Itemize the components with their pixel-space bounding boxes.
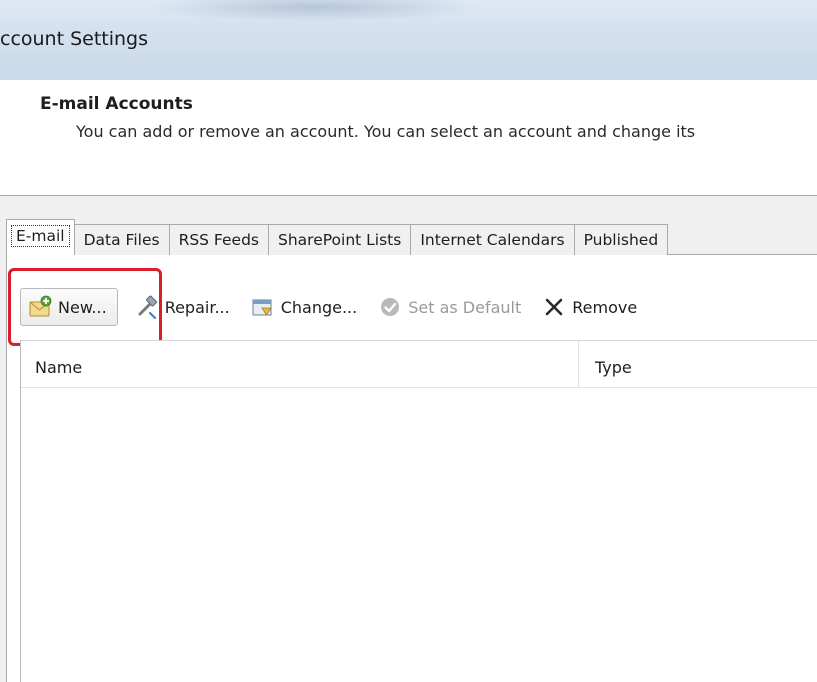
title-bar: ccount Settings [0, 0, 817, 80]
list-header: Name Type [21, 340, 817, 388]
title-bar-glare [150, 0, 480, 22]
remove-label: Remove [572, 297, 638, 317]
tab-email-label: E-mail [11, 225, 70, 247]
accounts-list[interactable]: Name Type [20, 340, 817, 682]
repair-button[interactable]: Repair... [128, 289, 236, 325]
account-toolbar: New... Repair... Change... Set as Defaul… [20, 284, 651, 330]
change-settings-icon [250, 294, 276, 320]
repair-hammer-icon [134, 294, 160, 320]
section-description: You can add or remove an account. You ca… [76, 122, 696, 141]
new-account-envelope-icon [27, 294, 53, 320]
remove-button[interactable]: Remove [535, 289, 643, 325]
tab-sharepoint-lists[interactable]: SharePoint Lists [269, 224, 412, 255]
column-header-name[interactable]: Name [35, 341, 82, 387]
tab-internet-calendars[interactable]: Internet Calendars [411, 224, 575, 255]
column-header-type[interactable]: Type [595, 341, 632, 387]
x-remove-icon [541, 294, 567, 320]
set-as-default-button[interactable]: Set as Default [371, 289, 527, 325]
section-heading: E-mail Accounts [40, 94, 193, 114]
tab-published[interactable]: Published [574, 224, 669, 255]
checkmark-circle-icon [377, 294, 403, 320]
tab-email[interactable]: E-mail [6, 219, 75, 255]
change-label: Change... [280, 297, 358, 317]
window-title: ccount Settings [0, 28, 149, 50]
tab-strip: E-mail Data Files RSS Feeds SharePoint L… [6, 219, 669, 255]
account-settings-window: ccount Settings E-mail Accounts You can … [0, 0, 817, 682]
tab-data-files[interactable]: Data Files [74, 224, 170, 255]
repair-label: Repair... [164, 297, 230, 317]
column-divider[interactable] [578, 341, 579, 387]
new-account-button[interactable]: New... [20, 288, 118, 326]
set-as-default-label: Set as Default [408, 297, 522, 317]
header-panel: E-mail Accounts You can add or remove an… [0, 80, 817, 196]
change-button[interactable]: Change... [244, 289, 364, 325]
tab-rss-feeds[interactable]: RSS Feeds [169, 224, 269, 255]
new-account-label: New... [58, 297, 107, 317]
